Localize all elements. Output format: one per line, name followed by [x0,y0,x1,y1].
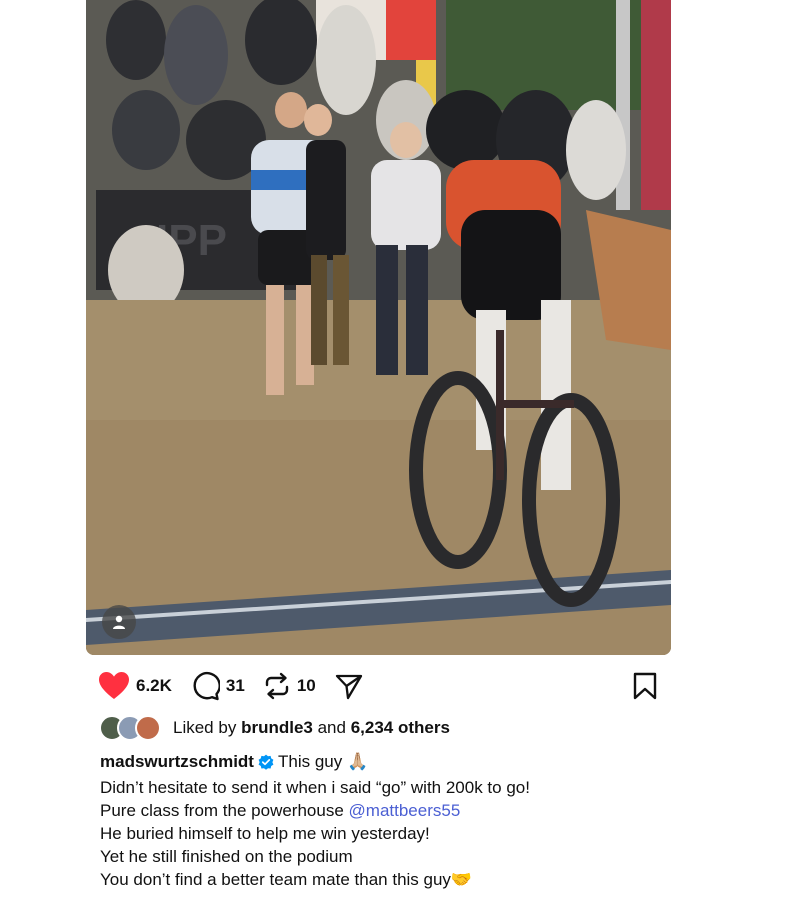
post-caption: madswurtzschmidt This guy 🙏🏼 Didn’t hesit… [100,750,700,891]
reposts-count: 10 [296,676,316,695]
like-button[interactable]: 6.2K [98,671,172,701]
verified-badge-icon [258,753,274,776]
mention-link[interactable]: @mattbeers55 [349,801,461,820]
caption-line: He buried himself to help me win yesterd… [100,824,430,843]
save-button[interactable] [632,672,658,705]
liked-by-and: and [317,718,346,737]
send-icon [335,674,362,700]
liked-by-user[interactable]: brundle3 [241,718,313,738]
cycling-finish-photo: IPP [86,0,671,655]
caption-line-prefix: Pure class from the powerhouse [100,801,344,820]
caption-line: You don’t find a better team mate than t… [100,870,473,889]
comment-icon [193,671,220,701]
comment-button[interactable]: 31 [190,671,245,701]
instagram-post: IPP 6.2K 31 10 Liked by brundle3 and 6,2… [0,0,786,901]
caption-line: madswurtzschmidt This guy 🙏🏼 [100,750,700,776]
post-photo[interactable]: IPP [86,0,671,655]
author-username[interactable]: madswurtzschmidt [100,752,254,771]
likes-count: 6.2K [136,676,172,695]
avatar [135,715,161,741]
caption-line: Didn’t hesitate to send it when i said “… [100,778,530,797]
bookmark-icon [633,672,657,700]
action-bar: 6.2K 31 10 [98,668,658,704]
repost-button[interactable]: 10 [263,671,316,701]
liked-by-row: Liked by brundle3 and 6,234 others [99,714,450,742]
person-icon [113,615,125,629]
comments-count: 31 [225,676,245,695]
heart-icon [99,672,129,699]
liked-by-others[interactable]: 6,234 others [351,718,450,738]
caption-line: Yet he still finished on the podium [100,847,353,866]
caption-first-line: This guy 🙏🏼 [277,752,369,771]
share-button[interactable] [334,671,364,701]
repost-icon [265,672,289,700]
liked-by-prefix: Liked by [173,718,237,737]
liker-avatars[interactable] [99,715,161,741]
tagged-users-button[interactable] [102,605,136,639]
caption-line: Pure class from the powerhouse @mattbeer… [100,799,700,822]
